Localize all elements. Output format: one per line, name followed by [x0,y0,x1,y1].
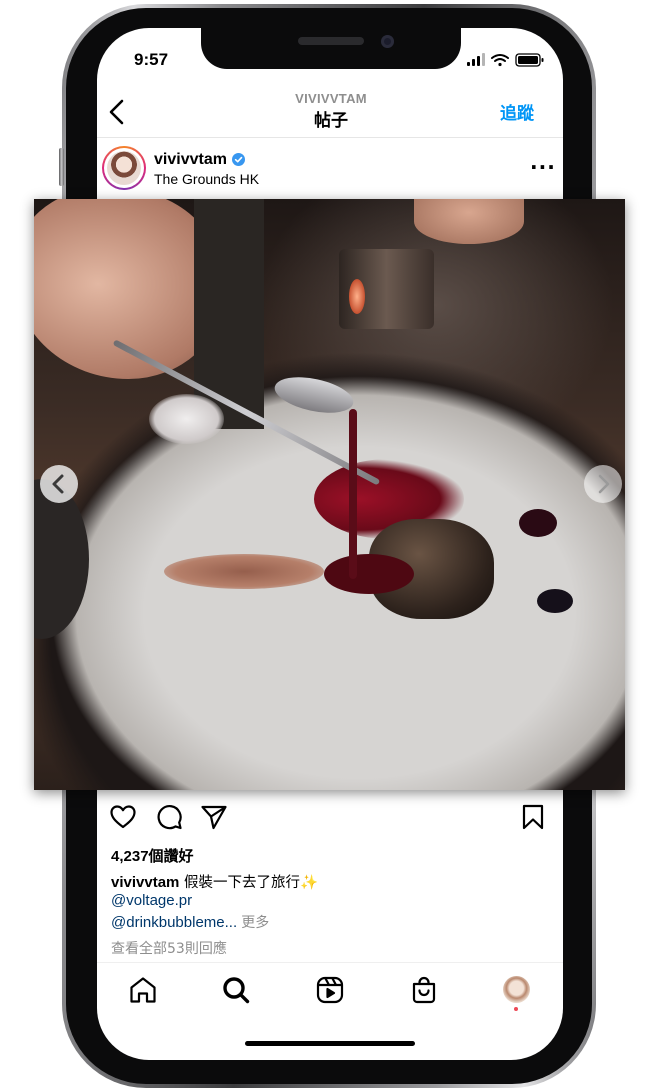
comment-button[interactable] [155,803,183,831]
post-photo[interactable] [34,199,625,790]
notification-dot [514,1007,518,1011]
verified-badge-icon [232,153,245,166]
bookmark-icon [522,804,544,830]
photo-sauce-smear [164,554,324,589]
tab-shop[interactable] [409,975,439,1005]
header-divider [97,137,563,138]
likes-number: 4,237 [111,848,149,865]
caption-more-link[interactable]: 更多 [241,915,269,931]
signal-icon [467,53,485,66]
post-username[interactable]: vivivvtam [154,151,227,169]
chevron-left-icon [109,99,124,125]
photo-candle [349,279,365,314]
home-icon [130,977,156,1003]
tab-profile-avatar[interactable] [503,976,530,1003]
front-camera [381,35,394,48]
likes-suffix: 個讚好 [148,847,194,865]
caption-text: 假裝一下去了旅行✨ [184,875,319,891]
shop-icon [412,976,436,1004]
reels-icon [316,976,344,1004]
tab-reels[interactable] [315,975,345,1005]
status-time: 9:57 [134,50,169,69]
carousel-next-button[interactable] [584,465,622,503]
share-button[interactable] [200,803,228,831]
photo-spoon-bowl [271,371,357,419]
caption-mention[interactable]: @voltage.pr [111,892,192,909]
tab-home[interactable] [128,975,158,1005]
phone-mute-switch [59,148,64,186]
save-button[interactable] [519,803,547,831]
view-all-comments-link[interactable]: 查看全部53則回應 [111,938,227,958]
photo-bowl [34,479,89,639]
caption: vivivvtam 假裝一下去了旅行✨ [111,871,318,892]
wifi-icon [491,54,509,67]
tab-bar-divider [97,962,563,963]
back-button[interactable] [104,97,132,127]
avatar[interactable] [102,146,146,190]
more-options-button[interactable]: ··· [530,157,556,177]
chevron-right-icon [598,474,610,494]
photo-sauce-dot [537,589,573,613]
speaker-grille [298,37,364,45]
caption-mention-line: @drinkbubbleme... 更多 [111,912,269,932]
photo-sleeve [194,199,264,429]
carousel-prev-button[interactable] [40,465,78,503]
photo-sauce-pool [324,554,414,594]
follow-button[interactable]: 追蹤 [500,99,534,124]
avatar-border [104,148,144,188]
like-button[interactable] [109,803,137,831]
caption-mention[interactable]: @drinkbubbleme... [111,914,237,931]
photo-garnish [149,394,224,444]
heart-icon [110,805,136,829]
chevron-left-icon [52,474,64,494]
photo-sauce-dot [519,509,557,537]
caption-username[interactable]: vivivvtam [111,874,179,891]
search-icon [223,977,250,1004]
status-icons [467,53,544,67]
share-icon [201,805,227,830]
home-indicator[interactable] [245,1041,415,1046]
avatar-image [107,151,141,185]
post-location[interactable]: The Grounds HK [154,171,259,187]
tab-search[interactable] [221,975,251,1005]
photo-hand-background [414,199,524,244]
photo-sauce-drip [349,409,357,579]
battery-icon [515,53,544,67]
page-title: 帖子 [314,111,348,131]
comment-icon [157,805,182,830]
likes-count[interactable]: 4,237個讚好 [111,845,194,866]
header-username: VIVIVVTAM [295,91,367,106]
